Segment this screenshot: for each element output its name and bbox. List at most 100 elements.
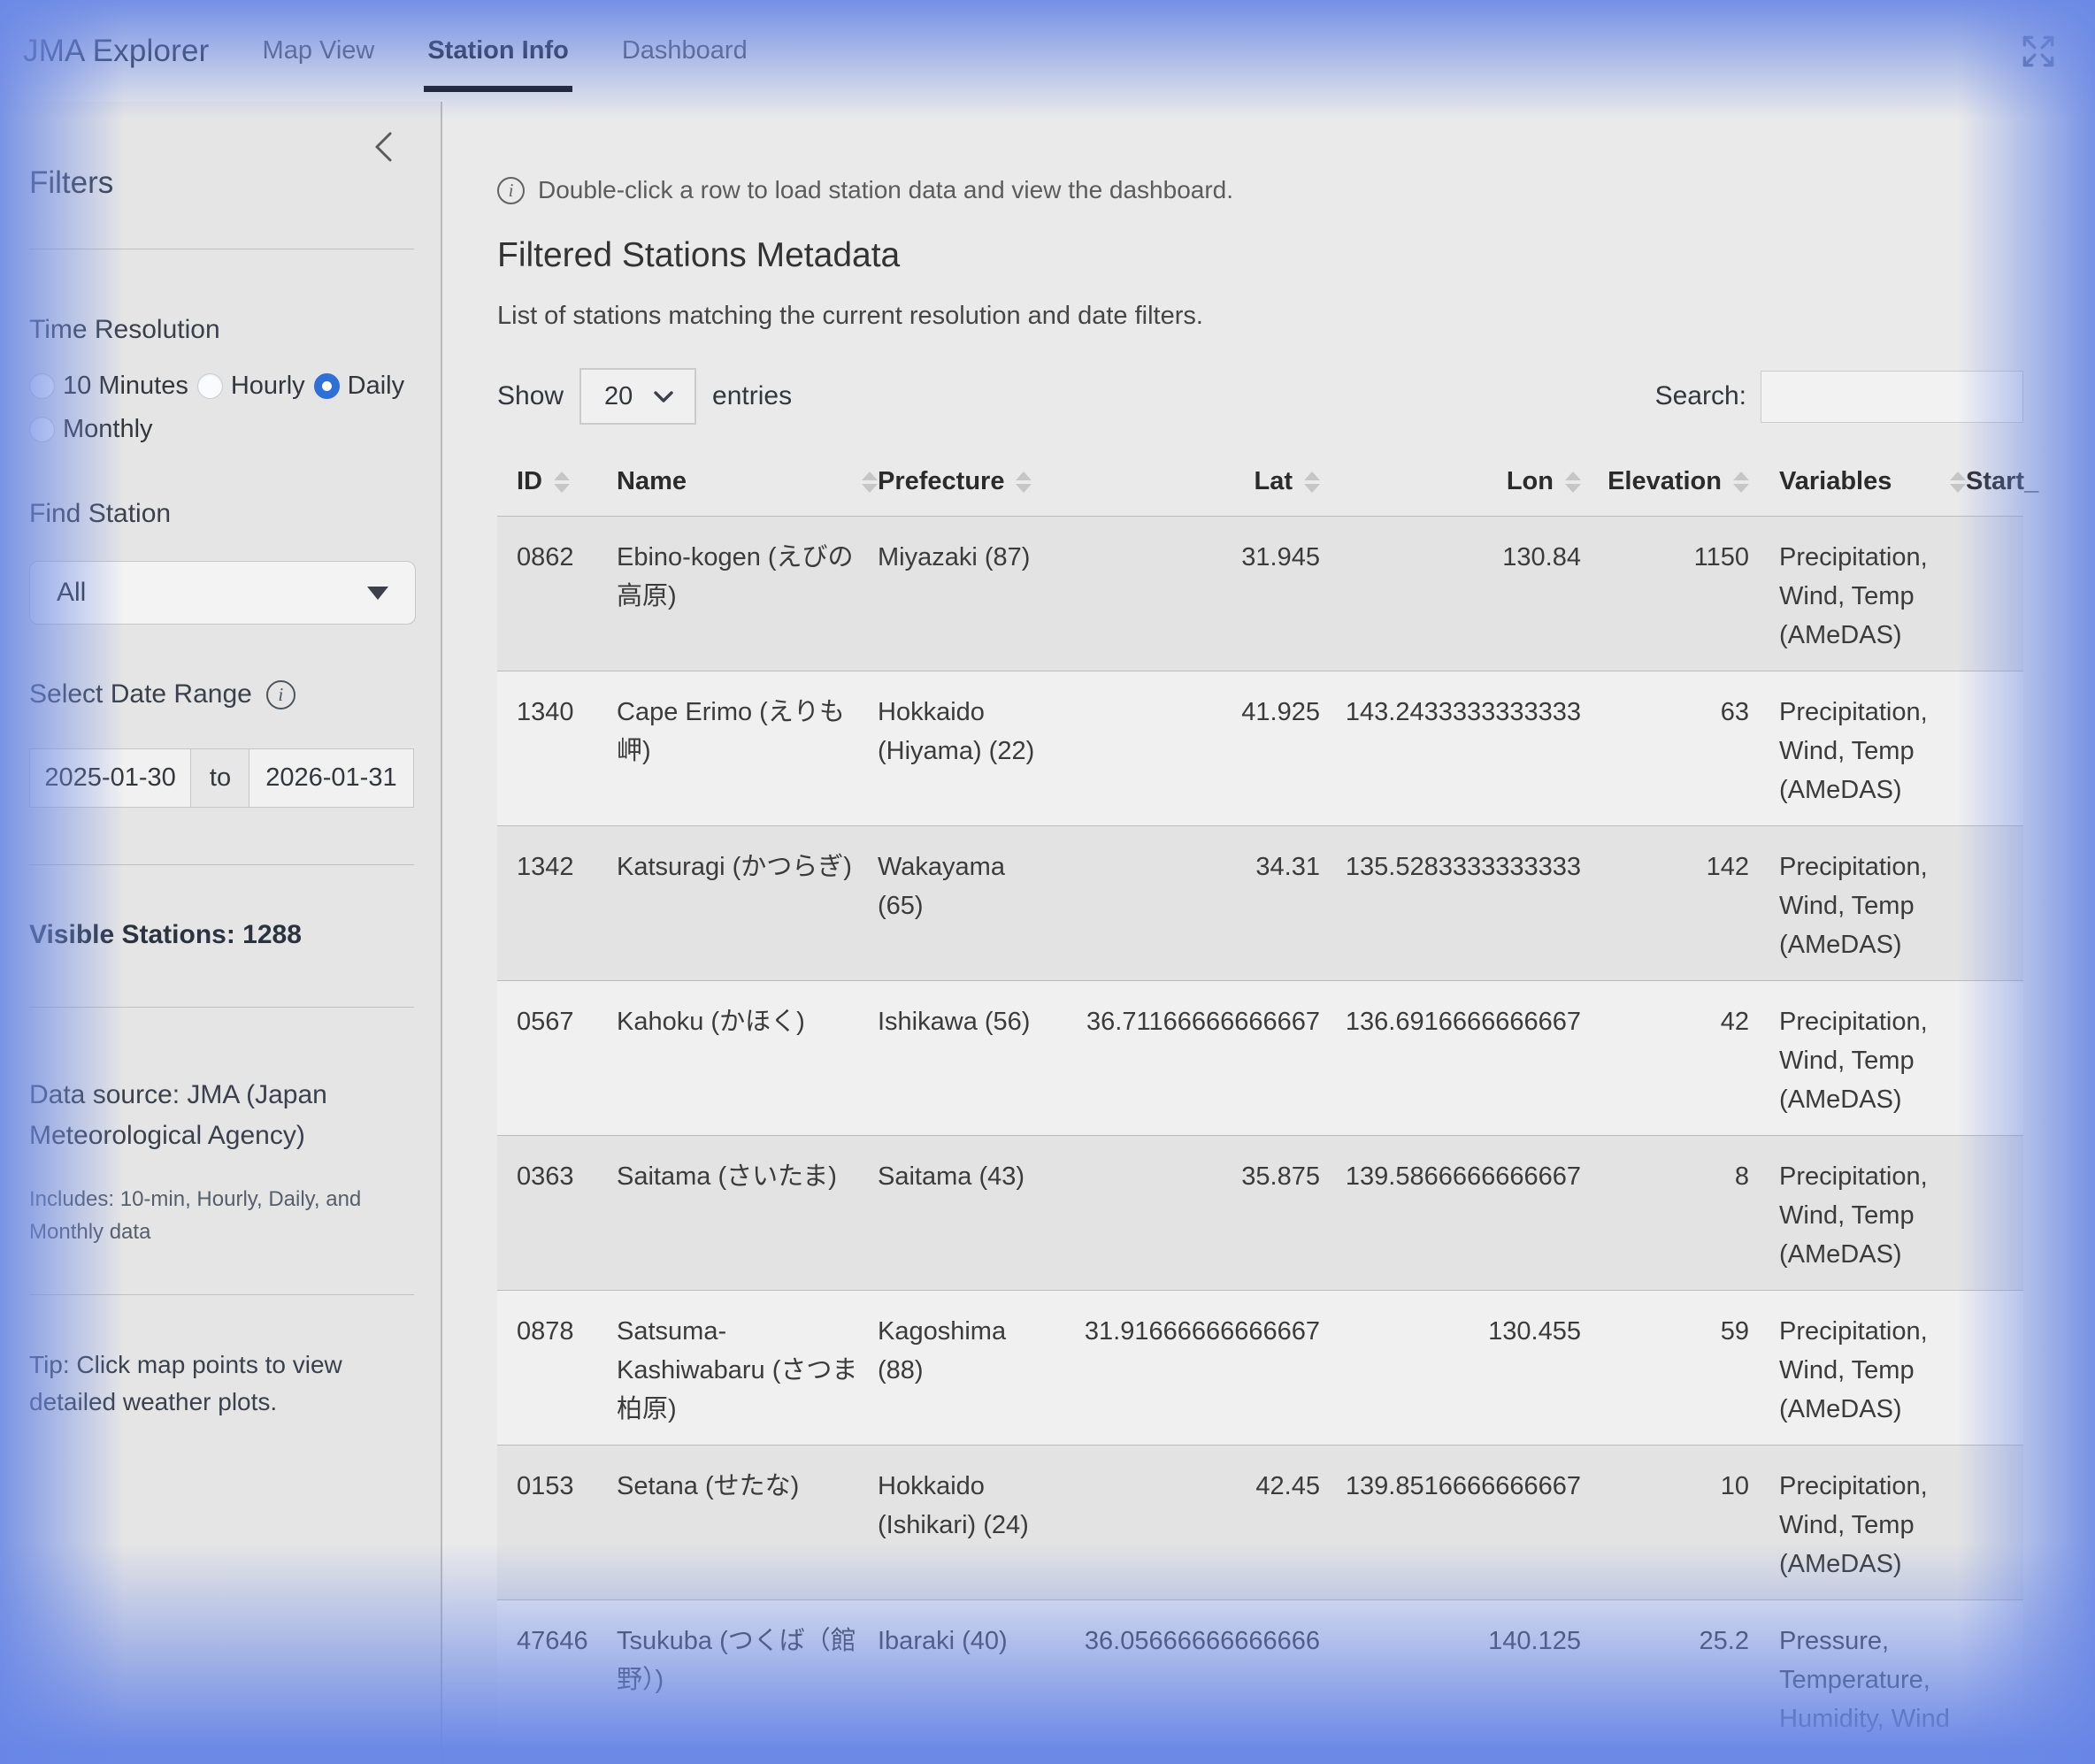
cell-lat: 34.31 bbox=[1068, 826, 1320, 980]
cell-lon: 130.455 bbox=[1320, 1291, 1581, 1445]
fullscreen-expand-icon[interactable] bbox=[2017, 30, 2060, 73]
table-row[interactable]: 0862Ebino-kogen (えびの高原)Miyazaki (87)31.9… bbox=[497, 516, 2023, 671]
sort-icon bbox=[1565, 472, 1581, 493]
cell-lon: 135.5283333333333 bbox=[1320, 826, 1581, 980]
radio-circle-checked-icon bbox=[314, 373, 340, 399]
table-row[interactable]: 0567Kahoku (かほく)Ishikawa (56)36.71166666… bbox=[497, 980, 2023, 1135]
cell-id: 0878 bbox=[497, 1291, 617, 1445]
caret-down-icon bbox=[367, 587, 388, 600]
chevron-down-icon bbox=[648, 386, 679, 407]
includes-note: Includes: 10-min, Hourly, Daily, and Mon… bbox=[29, 1183, 401, 1248]
sort-icon bbox=[1950, 472, 1966, 493]
cell-lat: 41.925 bbox=[1068, 671, 1320, 825]
cell-variables: Precipitation, Wind, Temp (AMeDAS) bbox=[1749, 1446, 1966, 1599]
cell-start bbox=[1966, 826, 2090, 980]
column-header-prefecture[interactable]: Prefecture bbox=[878, 467, 1068, 496]
visible-stations-count: Visible Stations: 1288 bbox=[29, 920, 414, 950]
stations-table: ID Name Prefecture Lat Lon Elevation Var… bbox=[497, 451, 2023, 1754]
tab-dashboard[interactable]: Dashboard bbox=[620, 33, 749, 69]
cell-name: Tsukuba (つくば（館野）) bbox=[617, 1600, 878, 1754]
cell-start bbox=[1966, 981, 2090, 1135]
radio-circle-icon bbox=[29, 417, 55, 442]
cell-elevation: 8 bbox=[1581, 1136, 1749, 1290]
column-header-id[interactable]: ID bbox=[497, 467, 617, 496]
cell-prefecture: Ibaraki (40) bbox=[878, 1600, 1068, 1754]
cell-start bbox=[1966, 1600, 2090, 1754]
radio-circle-icon bbox=[29, 373, 55, 399]
cell-name: Satsuma-Kashiwabaru (さつま柏原) bbox=[617, 1291, 878, 1445]
cell-lon: 139.5866666666667 bbox=[1320, 1136, 1581, 1290]
cell-variables: Pressure, Temperature, Humidity, Wind bbox=[1749, 1600, 1966, 1754]
info-icon: i bbox=[497, 177, 525, 204]
time-resolution-label: Time Resolution bbox=[29, 315, 414, 345]
cell-elevation: 25.2 bbox=[1581, 1600, 1749, 1754]
cell-start bbox=[1966, 671, 2090, 825]
table-body: 0862Ebino-kogen (えびの高原)Miyazaki (87)31.9… bbox=[497, 516, 2023, 1754]
cell-id: 0862 bbox=[497, 517, 617, 671]
cell-prefecture: Saitama (43) bbox=[878, 1136, 1068, 1290]
cell-prefecture: Hokkaido (Hiyama) (22) bbox=[878, 671, 1068, 825]
cell-elevation: 59 bbox=[1581, 1291, 1749, 1445]
column-header-lat[interactable]: Lat bbox=[1068, 467, 1320, 496]
sort-icon bbox=[1016, 472, 1032, 493]
table-row[interactable]: 0153Setana (せたな)Hokkaido (Ishikari) (24)… bbox=[497, 1445, 2023, 1599]
cell-id: 1342 bbox=[497, 826, 617, 980]
table-header-row: ID Name Prefecture Lat Lon Elevation Var… bbox=[497, 451, 2023, 516]
page-size-value: 20 bbox=[604, 382, 633, 411]
page-size-select[interactable]: 20 bbox=[579, 368, 696, 425]
cell-prefecture: Ishikawa (56) bbox=[878, 981, 1068, 1135]
cell-start bbox=[1966, 1136, 2090, 1290]
cell-id: 0153 bbox=[497, 1446, 617, 1599]
radio-circle-icon bbox=[197, 373, 223, 399]
date-end-input[interactable]: 2026-01-31 bbox=[249, 748, 414, 808]
date-range-separator: to bbox=[191, 748, 249, 808]
cell-variables: Precipitation, Wind, Temp (AMeDAS) bbox=[1749, 671, 1966, 825]
column-header-elevation[interactable]: Elevation bbox=[1581, 467, 1749, 496]
radio-monthly[interactable]: Monthly bbox=[29, 415, 153, 444]
date-start-input[interactable]: 2025-01-30 bbox=[29, 748, 191, 808]
table-row[interactable]: 0363Saitama (さいたま)Saitama (43)35.875139.… bbox=[497, 1135, 2023, 1290]
date-range-label: Select Date Range bbox=[29, 679, 252, 709]
cell-lon: 139.8516666666667 bbox=[1320, 1446, 1581, 1599]
table-row[interactable]: 1342Katsuragi (かつらぎ)Wakayama (65)34.3113… bbox=[497, 825, 2023, 980]
radio-daily[interactable]: Daily bbox=[314, 372, 404, 401]
cell-variables: Precipitation, Wind, Temp (AMeDAS) bbox=[1749, 517, 1966, 671]
cell-start bbox=[1966, 1291, 2090, 1445]
cell-id: 0363 bbox=[497, 1136, 617, 1290]
tab-map-view[interactable]: Map View bbox=[261, 33, 377, 69]
cell-name: Setana (せたな) bbox=[617, 1446, 878, 1599]
find-station-select[interactable]: All bbox=[29, 561, 416, 625]
divider bbox=[29, 864, 414, 865]
table-row[interactable]: 1340Cape Erimo (えりも岬)Hokkaido (Hiyama) (… bbox=[497, 671, 2023, 825]
date-range-group: 2025-01-30 to 2026-01-31 bbox=[29, 748, 414, 808]
column-header-lon[interactable]: Lon bbox=[1320, 467, 1581, 496]
cell-elevation: 42 bbox=[1581, 981, 1749, 1135]
table-controls: Show 20 entries Search: bbox=[497, 368, 2023, 425]
search-input[interactable] bbox=[1761, 371, 2023, 423]
tab-station-info[interactable]: Station Info bbox=[426, 33, 570, 69]
cell-name: Cape Erimo (えりも岬) bbox=[617, 671, 878, 825]
cell-elevation: 142 bbox=[1581, 826, 1749, 980]
table-row[interactable]: 47646Tsukuba (つくば（館野）)Ibaraki (40)36.056… bbox=[497, 1599, 2023, 1754]
filters-sidebar: Filters Time Resolution 10 Minutes Hourl… bbox=[0, 102, 442, 1764]
sidebar-collapse-icon[interactable] bbox=[368, 127, 400, 172]
column-header-name[interactable]: Name bbox=[617, 467, 878, 496]
radio-10-minutes[interactable]: 10 Minutes bbox=[29, 372, 188, 401]
sort-icon bbox=[1304, 472, 1320, 493]
cell-start bbox=[1966, 517, 2090, 671]
radio-hourly[interactable]: Hourly bbox=[197, 372, 305, 401]
column-header-variables[interactable]: Variables bbox=[1749, 467, 1966, 496]
column-header-start[interactable]: Start_ bbox=[1966, 467, 2090, 496]
cell-name: Ebino-kogen (えびの高原) bbox=[617, 517, 878, 671]
sort-icon bbox=[554, 472, 570, 493]
page-title: Filtered Stations Metadata bbox=[497, 236, 2095, 275]
page-subtitle: List of stations matching the current re… bbox=[497, 302, 2095, 331]
cell-id: 0567 bbox=[497, 981, 617, 1135]
table-row[interactable]: 0878Satsuma-Kashiwabaru (さつま柏原)Kagoshima… bbox=[497, 1290, 2023, 1445]
cell-variables: Precipitation, Wind, Temp (AMeDAS) bbox=[1749, 1291, 1966, 1445]
cell-elevation: 10 bbox=[1581, 1446, 1749, 1599]
cell-lon: 136.6916666666667 bbox=[1320, 981, 1581, 1135]
cell-lat: 36.05666666666666 bbox=[1068, 1600, 1320, 1754]
cell-lon: 130.84 bbox=[1320, 517, 1581, 671]
find-station-label: Find Station bbox=[29, 499, 414, 529]
